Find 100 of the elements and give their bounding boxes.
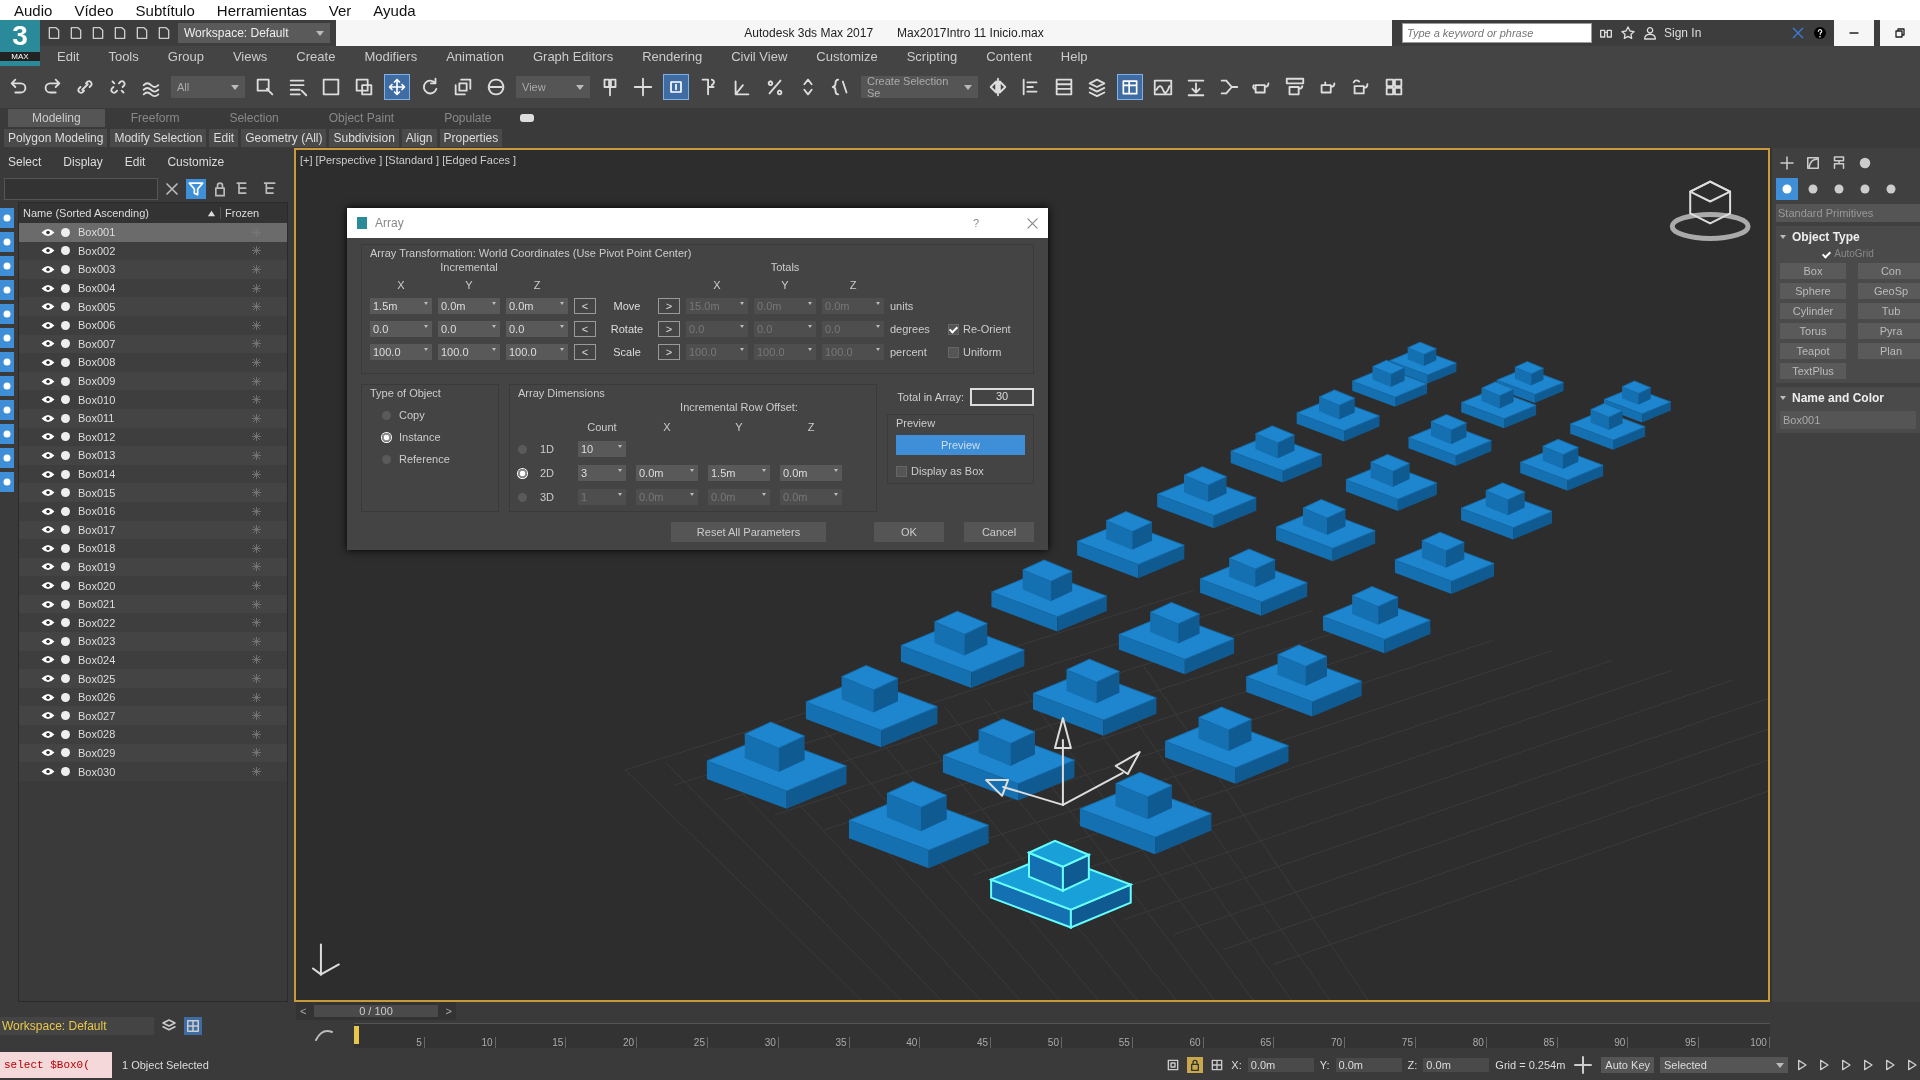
- auto-key-button[interactable]: Auto Key: [1601, 1057, 1654, 1073]
- toolbox-icon[interactable]: [1117, 74, 1143, 100]
- eye-icon[interactable]: [41, 543, 55, 553]
- menu-item[interactable]: Subtítulo: [135, 1, 195, 19]
- eye-icon[interactable]: [41, 469, 55, 479]
- move-icon[interactable]: [384, 74, 410, 100]
- primitive-button[interactable]: Cylinder: [1780, 303, 1846, 319]
- eye-icon[interactable]: [41, 450, 55, 460]
- dialog-button[interactable]: Cancel: [964, 522, 1034, 542]
- menu-item[interactable]: Ayuda: [373, 1, 416, 19]
- restore-icon[interactable]: [1880, 20, 1920, 46]
- render-dot-icon[interactable]: [61, 655, 70, 665]
- radio-button[interactable]: [382, 432, 391, 442]
- eye-icon[interactable]: [41, 581, 55, 591]
- eye-icon[interactable]: [41, 488, 55, 498]
- checkbox[interactable]: [896, 465, 907, 477]
- coordinate-field[interactable]: 0.0m: [1335, 1058, 1402, 1072]
- eye-icon[interactable]: [41, 692, 55, 702]
- render-dot-icon[interactable]: [61, 283, 70, 293]
- menu-item[interactable]: Modifiers: [364, 48, 418, 64]
- eye-icon[interactable]: [41, 302, 55, 312]
- ribbon-panel-tab[interactable]: Subdivision: [329, 129, 399, 147]
- number-field[interactable]: 1.5m: [370, 298, 432, 314]
- render-dot-icon[interactable]: [61, 432, 70, 442]
- column-header[interactable]: Frozen: [220, 207, 287, 219]
- render-dot-icon[interactable]: [61, 748, 70, 758]
- list-row[interactable]: Box027: [19, 706, 287, 726]
- curve-icon[interactable]: [314, 1028, 334, 1042]
- eye-icon[interactable]: [41, 283, 55, 293]
- list-row[interactable]: Box020: [19, 576, 287, 595]
- arrow-button[interactable]: <: [574, 321, 596, 337]
- new-file-icon[interactable]: [46, 25, 62, 41]
- eye-icon[interactable]: [41, 265, 55, 274]
- eye-icon[interactable]: [41, 525, 55, 535]
- eye-icon[interactable]: [41, 395, 55, 405]
- eye-icon[interactable]: [41, 246, 55, 256]
- list-row[interactable]: Box008: [19, 353, 287, 372]
- sort-ascending-icon[interactable]: [207, 208, 216, 218]
- render-dot-icon[interactable]: [61, 302, 70, 312]
- menu-item[interactable]: Graph Editors: [532, 48, 614, 64]
- render-dot-icon[interactable]: [61, 450, 70, 460]
- eye-icon[interactable]: [41, 506, 55, 516]
- maxscript-field[interactable]: select $Box0(: [0, 1052, 112, 1078]
- number-field[interactable]: 0.0m: [506, 298, 568, 314]
- arrow-button[interactable]: >: [658, 344, 680, 360]
- list-row[interactable]: Box023: [19, 632, 287, 651]
- number-field[interactable]: 0.0: [370, 321, 432, 337]
- eye-icon[interactable]: [41, 655, 55, 665]
- list-row[interactable]: Box001: [19, 223, 287, 242]
- dialog-button[interactable]: OK: [874, 522, 944, 542]
- time-slider-thumb[interactable]: 0 / 100: [314, 1005, 438, 1017]
- render-dot-icon[interactable]: [61, 506, 70, 516]
- selected-box-drawing[interactable]: [988, 839, 1134, 930]
- workspace-dropdown[interactable]: Workspace: Default: [178, 23, 330, 43]
- total-field[interactable]: 30: [970, 388, 1034, 406]
- reference-coordinate-dropdown[interactable]: View: [516, 76, 590, 98]
- ribbon-panel-tab[interactable]: Properties: [439, 129, 503, 147]
- ribbon-tab[interactable]: Freeform: [106, 109, 204, 127]
- primitive-button[interactable]: Torus: [1780, 323, 1846, 339]
- number-field[interactable]: 0.0m: [780, 465, 842, 481]
- list-row[interactable]: Box018: [19, 539, 287, 558]
- next-frame-button[interactable]: >: [441, 1005, 456, 1017]
- selection-toggle-icon[interactable]: [663, 74, 689, 100]
- list-row[interactable]: Box015: [19, 483, 287, 502]
- ribbon-panel-tab[interactable]: Geometry (All): [241, 129, 327, 147]
- eye-icon[interactable]: [41, 711, 55, 721]
- name-field[interactable]: Box001: [1780, 411, 1916, 429]
- menu-item[interactable]: Civil View: [731, 48, 788, 64]
- menu-item[interactable]: Rendering: [642, 48, 703, 64]
- dialog-button[interactable]: Reset All Parameters: [671, 522, 826, 542]
- render-dot-icon[interactable]: [61, 376, 70, 386]
- render-dot-icon[interactable]: [61, 525, 70, 535]
- selection-filter-dropdown[interactable]: All: [171, 76, 245, 98]
- eye-icon[interactable]: [41, 562, 55, 572]
- menu-item[interactable]: Edit: [124, 155, 146, 169]
- menu-item[interactable]: Audio: [14, 1, 53, 19]
- list-row[interactable]: Box013: [19, 446, 287, 465]
- time-ruler[interactable]: 5 10 15 20 25 30 35 40 45 50 55 60 65 70 75 80 85 90 95 100: [354, 1022, 1770, 1048]
- user-icon[interactable]: [1642, 25, 1658, 41]
- render-dot-icon[interactable]: [61, 543, 70, 553]
- number-field[interactable]: 100.0: [506, 344, 568, 360]
- selection-set-dropdown[interactable]: Create Selection Se: [861, 76, 978, 98]
- list-row[interactable]: Box005: [19, 297, 287, 316]
- number-field[interactable]: 100.0: [370, 344, 432, 360]
- help-button[interactable]: ?: [972, 217, 979, 229]
- ribbon-tab[interactable]: Selection: [205, 109, 303, 127]
- workspace-dropdown[interactable]: Workspace: Default: [0, 1017, 154, 1035]
- exchange-icon[interactable]: [1790, 25, 1806, 41]
- ribbon-tab[interactable]: Object Paint: [304, 109, 419, 127]
- eye-icon[interactable]: [41, 320, 55, 330]
- viewport-label[interactable]: [+] [Perspective ] [Standard ] [Edged Faces ]: [300, 154, 517, 166]
- render-dot-icon[interactable]: [61, 692, 70, 702]
- number-field[interactable]: 0.0: [438, 321, 500, 337]
- menu-item[interactable]: Create: [296, 48, 336, 64]
- number-field[interactable]: 3: [578, 465, 626, 481]
- collapse-icon[interactable]: [1780, 396, 1786, 400]
- number-field[interactable]: 10: [578, 441, 626, 457]
- eye-icon[interactable]: [41, 376, 55, 386]
- ribbon-panel-tab[interactable]: Polygon Modeling: [4, 129, 108, 147]
- ribbon-panel-tab[interactable]: Modify Selection: [110, 129, 207, 147]
